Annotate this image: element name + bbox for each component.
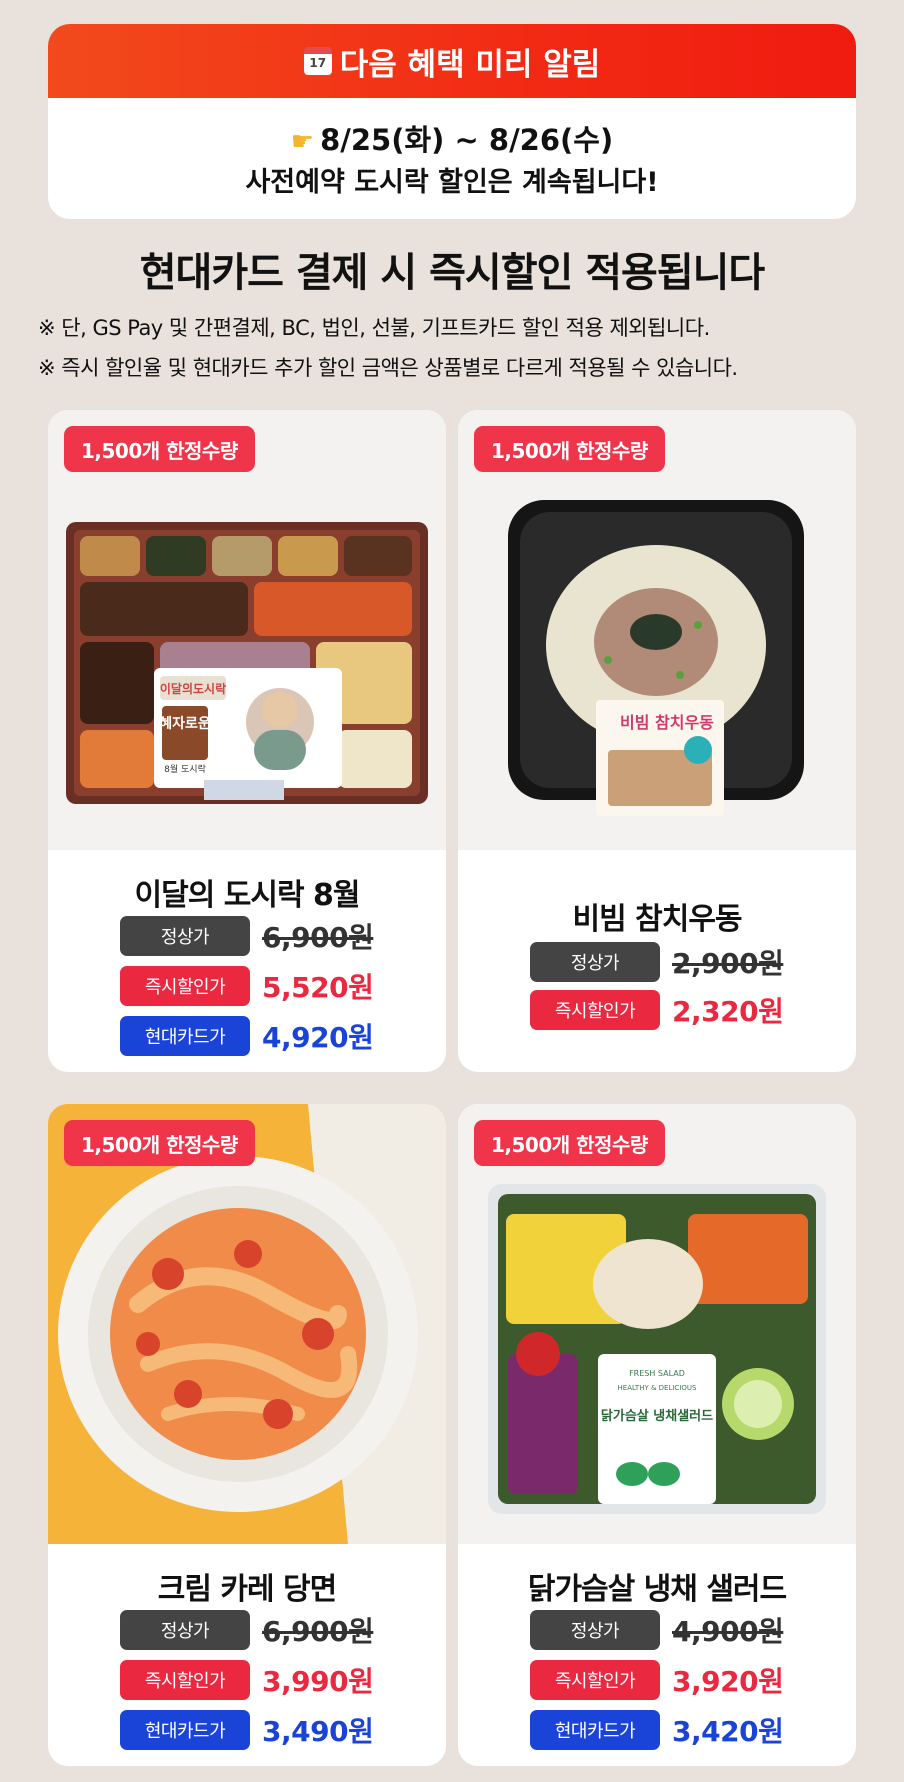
notice-title: 다음 혜택 미리 알림: [339, 46, 601, 83]
instant-price-row: 즉시할인가 2,320원: [530, 990, 784, 1030]
package-label-text: 혜자로운: [159, 716, 211, 732]
package-label-text: 비빔 참치우동: [620, 713, 714, 732]
product-name: 닭가슴살 냉채 샐러드: [527, 1572, 787, 1607]
regular-price-tag: 정상가: [530, 1610, 660, 1650]
card-price-row: 현대카드가 3,490원: [120, 1710, 374, 1750]
notice-message: 사전예약 도시락 할인은 계속됩니다!: [245, 167, 659, 198]
regular-price-value: 4,900원: [672, 1615, 784, 1648]
product-card-dosirak[interactable]: 이달의도시락 혜자로운 8월 도시락 1,500개 한정수량 이달의 도시락 8…: [48, 410, 446, 1072]
pointing-hand-icon: ☛: [290, 127, 315, 157]
product-image-curry-noodle: [48, 1104, 446, 1544]
instant-price-row: 즉시할인가 3,990원: [120, 1660, 374, 1700]
instant-price-row: 즉시할인가 5,520원: [120, 966, 374, 1006]
product-image-udon: 비빔 참치우동: [458, 410, 856, 850]
limited-quantity-badge: 1,500개 한정수량: [474, 426, 665, 472]
card-price-value: 4,920원: [262, 1021, 374, 1054]
regular-price-row: 정상가 2,900원: [530, 942, 784, 982]
product-image-dosirak: 이달의도시락 혜자로운 8월 도시락: [48, 410, 446, 850]
regular-price-value: 2,900원: [672, 947, 784, 980]
package-sub-text: 8월 도시락: [164, 763, 206, 775]
regular-price-row: 정상가 6,900원: [120, 1610, 374, 1650]
instant-price-tag: 즉시할인가: [530, 990, 660, 1030]
instant-price-tag: 즉시할인가: [120, 966, 250, 1006]
regular-price-value: 6,900원: [262, 921, 374, 954]
page-headline: 현대카드 결제 시 즉시할인 적용됩니다: [139, 250, 766, 296]
notice-banner: 17 다음 혜택 미리 알림 ☛ 8/25(화) ~ 8/26(수) 사전예약 도…: [48, 24, 856, 219]
calendar-icon: 17: [303, 47, 332, 75]
product-card-curry-noodle[interactable]: 1,500개 한정수량 크림 카레 당면 정상가 6,900원 즉시할인가 3,…: [48, 1104, 446, 1766]
card-price-tag: 현대카드가: [530, 1710, 660, 1750]
product-name: 비빔 참치우동: [572, 902, 742, 937]
card-price-tag: 현대카드가: [120, 1016, 250, 1056]
package-sub-text: HEALTHY & DELICIOUS: [618, 1384, 697, 1392]
instant-price-value: 2,320원: [672, 995, 784, 1028]
product-card-udon[interactable]: 비빔 참치우동 1,500개 한정수량 비빔 참치우동 정상가 2,900원 즉…: [458, 410, 856, 1072]
card-price-value: 3,420원: [672, 1715, 784, 1748]
card-price-row: 현대카드가 4,920원: [120, 1016, 374, 1056]
card-price-tag: 현대카드가: [120, 1710, 250, 1750]
limited-quantity-badge: 1,500개 한정수량: [64, 1120, 255, 1166]
notice-header: 17 다음 혜택 미리 알림: [48, 24, 856, 98]
regular-price-value: 6,900원: [262, 1615, 374, 1648]
product-name: 크림 카레 당면: [157, 1572, 338, 1607]
notice-date-line: ☛ 8/25(화) ~ 8/26(수): [48, 120, 856, 162]
card-price-row: 현대카드가 3,420원: [530, 1710, 784, 1750]
disclaimer-note-1: ※ 단, GS Pay 및 간편결제, BC, 법인, 선불, 기프트카드 할인…: [38, 316, 710, 340]
product-card-chicken-salad[interactable]: FRESH SALAD HEALTHY & DELICIOUS 닭가슴살 냉채샐…: [458, 1104, 856, 1766]
regular-price-row: 정상가 6,900원: [120, 916, 374, 956]
regular-price-tag: 정상가: [120, 1610, 250, 1650]
product-name: 이달의 도시락 8월: [134, 878, 361, 913]
regular-price-row: 정상가 4,900원: [530, 1610, 784, 1650]
instant-price-value: 5,520원: [262, 971, 374, 1004]
notice-date: 8/25(화) ~ 8/26(수): [320, 123, 614, 157]
instant-price-value: 3,990원: [262, 1665, 374, 1698]
package-top-text: FRESH SALAD: [629, 1369, 685, 1378]
regular-price-tag: 정상가: [530, 942, 660, 982]
limited-quantity-badge: 1,500개 한정수량: [474, 1120, 665, 1166]
card-price-value: 3,490원: [262, 1715, 374, 1748]
disclaimer-note-2: ※ 즉시 할인율 및 현대카드 추가 할인 금액은 상품별로 다르게 적용될 수…: [38, 356, 738, 380]
instant-price-tag: 즉시할인가: [530, 1660, 660, 1700]
instant-price-row: 즉시할인가 3,920원: [530, 1660, 784, 1700]
product-image-chicken-salad: FRESH SALAD HEALTHY & DELICIOUS 닭가슴살 냉채샐…: [458, 1104, 856, 1544]
instant-price-value: 3,920원: [672, 1665, 784, 1698]
regular-price-tag: 정상가: [120, 916, 250, 956]
notice-body: ☛ 8/25(화) ~ 8/26(수) 사전예약 도시락 할인은 계속됩니다!: [48, 98, 856, 204]
package-label-text: 닭가슴살 냉채샐러드: [601, 1408, 713, 1424]
package-brand-text: 이달의도시락: [160, 681, 226, 696]
instant-price-tag: 즉시할인가: [120, 1660, 250, 1700]
limited-quantity-badge: 1,500개 한정수량: [64, 426, 255, 472]
